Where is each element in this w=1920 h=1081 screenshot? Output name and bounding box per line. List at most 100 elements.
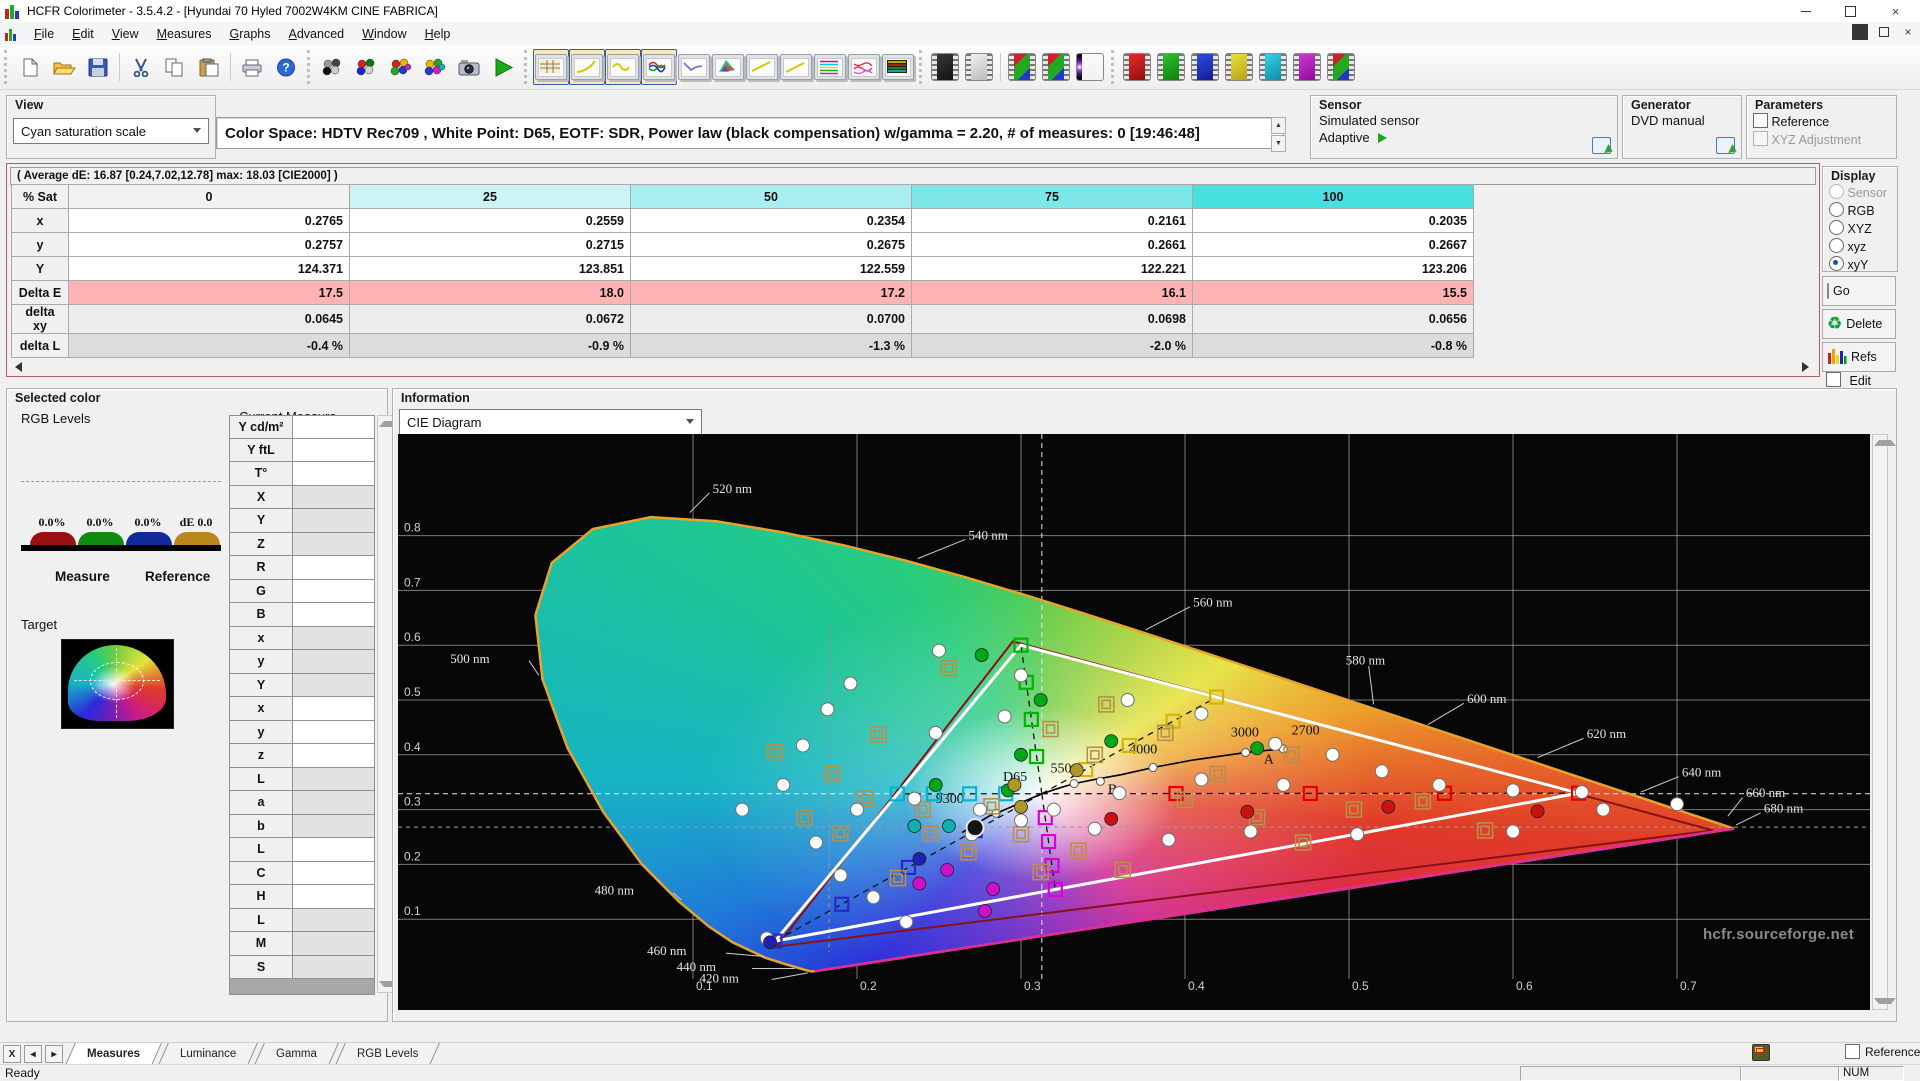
view-luma1-button[interactable] bbox=[745, 50, 779, 84]
measure-saturations-button[interactable] bbox=[384, 50, 418, 84]
cm-value[interactable] bbox=[293, 721, 375, 745]
cm-value[interactable] bbox=[293, 486, 375, 510]
mdi-minimize-icon[interactable] bbox=[1852, 24, 1868, 40]
delete-button[interactable]: ♻Delete bbox=[1822, 309, 1896, 339]
measure-cell[interactable]: 0.2661 bbox=[912, 233, 1193, 257]
measure-grayscale-button[interactable] bbox=[316, 50, 350, 84]
view-measures-grid-button[interactable] bbox=[533, 49, 569, 85]
radio-Sensor[interactable] bbox=[1829, 184, 1844, 199]
view-rgb-levels-button[interactable] bbox=[641, 49, 677, 85]
cm-value[interactable] bbox=[293, 603, 375, 627]
tab-next-button[interactable]: ▸ bbox=[45, 1045, 63, 1063]
measure-cell[interactable]: -2.0 % bbox=[912, 334, 1193, 358]
chart-scrollbar[interactable] bbox=[1872, 434, 1888, 1010]
cm-value[interactable] bbox=[293, 909, 375, 933]
measure-cell[interactable]: 16.1 bbox=[912, 281, 1193, 305]
new-file-button[interactable] bbox=[13, 50, 47, 84]
view-satshift-button[interactable] bbox=[847, 50, 881, 84]
measure-all-sat-button[interactable] bbox=[1324, 50, 1358, 84]
cm-value[interactable] bbox=[293, 556, 375, 580]
measure-nebula-button[interactable] bbox=[1073, 50, 1107, 84]
mdi-close-icon[interactable]: × bbox=[1900, 24, 1916, 40]
measure-cell[interactable]: 0.2161 bbox=[912, 209, 1193, 233]
measure-green-sat-button[interactable] bbox=[1154, 50, 1188, 84]
go-button[interactable]: Go bbox=[1822, 276, 1896, 306]
open-file-button[interactable] bbox=[47, 50, 81, 84]
copy-button[interactable] bbox=[158, 50, 192, 84]
measure-magenta-sat-button[interactable] bbox=[1290, 50, 1324, 84]
menu-edit[interactable]: Edit bbox=[63, 25, 103, 43]
information-view-dropdown[interactable]: CIE Diagram bbox=[399, 409, 702, 435]
generator-config-icon[interactable] bbox=[1716, 137, 1735, 154]
measure-cell[interactable]: 0.2559 bbox=[350, 209, 631, 233]
table-scroll-right-icon[interactable] bbox=[1802, 362, 1809, 372]
col-header-25[interactable]: 25 bbox=[350, 185, 631, 209]
cm-value[interactable] bbox=[293, 697, 375, 721]
measure-full-button[interactable] bbox=[418, 50, 452, 84]
tab-measures[interactable]: Measures bbox=[65, 1043, 162, 1065]
cm-value[interactable] bbox=[293, 744, 375, 768]
tab-prev-button[interactable]: ◂ bbox=[24, 1045, 42, 1063]
measure-cell[interactable]: 0.0645 bbox=[69, 305, 350, 334]
measure-cell[interactable]: 0.2715 bbox=[350, 233, 631, 257]
cm-value[interactable] bbox=[293, 580, 375, 604]
measure-cell[interactable]: -0.8 % bbox=[1193, 334, 1474, 358]
cm-value[interactable] bbox=[293, 439, 375, 463]
radio-xyY[interactable] bbox=[1829, 256, 1844, 271]
cut-button[interactable] bbox=[124, 50, 158, 84]
radio-XYZ[interactable] bbox=[1829, 220, 1844, 235]
cm-value[interactable] bbox=[293, 627, 375, 651]
measure-black-scale-button[interactable] bbox=[928, 50, 962, 84]
measure-cell[interactable]: 0.2035 bbox=[1193, 209, 1474, 233]
table-scroll-left-icon[interactable] bbox=[15, 362, 22, 372]
sensor-config-icon[interactable] bbox=[1592, 137, 1611, 154]
measure-primary-button[interactable] bbox=[350, 50, 384, 84]
cm-value[interactable] bbox=[293, 862, 375, 886]
col-header-75[interactable]: 75 bbox=[912, 185, 1193, 209]
measure-cell[interactable]: 123.206 bbox=[1193, 257, 1474, 281]
scroll-down-icon[interactable] bbox=[1874, 998, 1896, 1004]
measure-cell[interactable]: 17.2 bbox=[631, 281, 912, 305]
measure-cell[interactable]: -0.9 % bbox=[350, 334, 631, 358]
measure-cell[interactable]: 0.0698 bbox=[912, 305, 1193, 334]
tab-rgb-levels[interactable]: RGB Levels bbox=[335, 1043, 440, 1065]
measure-yellow-sat-button[interactable] bbox=[1222, 50, 1256, 84]
measure-cell[interactable]: 122.559 bbox=[631, 257, 912, 281]
tab-close-button[interactable]: X bbox=[3, 1045, 21, 1063]
measure-cell[interactable]: 0.0656 bbox=[1193, 305, 1474, 334]
radio-xyz[interactable] bbox=[1829, 238, 1844, 253]
maximize-button[interactable] bbox=[1828, 0, 1873, 22]
cm-value[interactable] bbox=[293, 462, 375, 486]
measure-cell[interactable]: 0.2765 bbox=[69, 209, 350, 233]
minimize-button[interactable] bbox=[1783, 0, 1828, 22]
radio-RGB[interactable] bbox=[1829, 202, 1844, 217]
cm-value[interactable] bbox=[293, 791, 375, 815]
measure-cell[interactable]: 17.5 bbox=[69, 281, 350, 305]
measure-rgb-scale-1-button[interactable] bbox=[1005, 50, 1039, 84]
measure-cell[interactable]: 18.0 bbox=[350, 281, 631, 305]
cm-value[interactable] bbox=[293, 650, 375, 674]
menu-view[interactable]: View bbox=[103, 25, 148, 43]
view-spectrum-button[interactable] bbox=[881, 50, 915, 84]
close-button[interactable]: × bbox=[1873, 0, 1918, 22]
cm-value[interactable] bbox=[293, 932, 375, 956]
menu-measures[interactable]: Measures bbox=[148, 25, 221, 43]
measure-cell[interactable]: 0.2667 bbox=[1193, 233, 1474, 257]
cm-value[interactable] bbox=[293, 838, 375, 862]
measure-cell[interactable]: 122.221 bbox=[912, 257, 1193, 281]
cm-value[interactable] bbox=[293, 674, 375, 698]
mdi-restore-icon[interactable] bbox=[1876, 24, 1892, 40]
view-cie-diagram-button[interactable] bbox=[711, 50, 745, 84]
run-measures-button[interactable] bbox=[486, 50, 520, 84]
print-button[interactable] bbox=[235, 50, 269, 84]
measure-cell[interactable]: 0.2675 bbox=[631, 233, 912, 257]
cm-value[interactable] bbox=[293, 509, 375, 533]
tab-luminance[interactable]: Luminance bbox=[158, 1043, 258, 1065]
col-header-50[interactable]: 50 bbox=[631, 185, 912, 209]
edit-checkbox[interactable] bbox=[1826, 372, 1841, 387]
col-header-100[interactable]: 100 bbox=[1193, 185, 1474, 209]
view-nearblack-button[interactable] bbox=[677, 50, 711, 84]
measure-cell[interactable]: 0.2354 bbox=[631, 209, 912, 233]
save-file-button[interactable] bbox=[81, 50, 115, 84]
view-gamma-button[interactable] bbox=[569, 49, 605, 85]
